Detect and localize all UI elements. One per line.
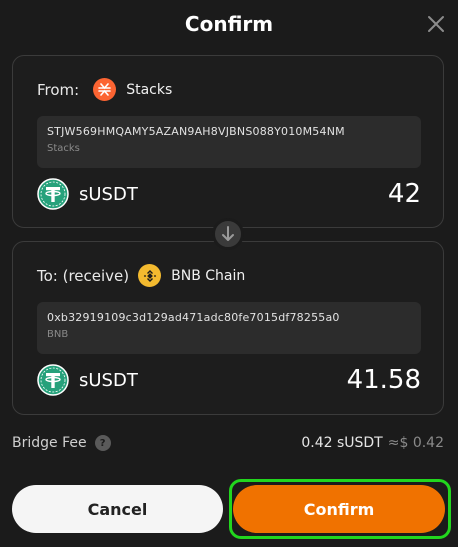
to-address: 0xb32919109c3d129ad471adc80fe7015df78255… [47, 311, 340, 324]
from-token-symbol: sUSDT [79, 183, 138, 205]
from-network: Stacks [47, 143, 80, 154]
bridge-fee-amount: 0.42 sUSDT [301, 435, 383, 451]
confirm-dialog: Confirm From: Stacks STJW569HMQAMY5AZAN9… [0, 0, 458, 547]
confirm-button[interactable]: Confirm [233, 485, 445, 533]
from-address: STJW569HMQAMY5AZAN9AH8VJBNS088Y010M54NM [47, 125, 345, 138]
from-token-row: sUSDT 42 [37, 177, 421, 211]
to-token-row: sUSDT 41.58 [37, 363, 421, 397]
to-network: BNB [47, 329, 69, 340]
bridge-fee-row: Bridge Fee ? 0.42 sUSDT ≈$ 0.42 [12, 432, 444, 454]
from-address-box: STJW569HMQAMY5AZAN9AH8VJBNS088Y010M54NM … [37, 116, 421, 168]
bridge-fee-label: Bridge Fee [12, 435, 87, 451]
to-label: To: (receive) [37, 266, 130, 285]
from-card: From: Stacks STJW569HMQAMY5AZAN9AH8VJBNS… [12, 55, 444, 228]
close-icon[interactable] [426, 14, 446, 34]
from-chain-name: Stacks [126, 81, 173, 98]
to-token-symbol: sUSDT [79, 369, 138, 391]
to-chain-name: BNB Chain [171, 267, 246, 284]
dialog-title: Confirm [184, 12, 274, 36]
to-card: To: (receive) BNB Chain 0xb32919109c3d12… [12, 241, 444, 415]
arrow-down-icon [212, 218, 244, 250]
bridge-fee-usd: ≈$ 0.42 [387, 435, 444, 451]
from-row: From: Stacks [37, 78, 172, 101]
stacks-icon [93, 78, 117, 101]
to-row: To: (receive) BNB Chain [37, 264, 245, 287]
question-icon[interactable]: ? [94, 435, 111, 451]
to-address-box: 0xb32919109c3d129ad471adc80fe7015df78255… [37, 302, 421, 354]
tether-icon [37, 364, 69, 396]
cancel-button[interactable]: Cancel [12, 485, 223, 533]
bnb-icon [138, 264, 162, 287]
from-label: From: [37, 80, 80, 99]
from-amount: 42 [387, 179, 421, 209]
bridge-fee-value: 0.42 sUSDT ≈$ 0.42 [301, 435, 444, 451]
dialog-header: Confirm [0, 0, 458, 52]
tether-icon [37, 178, 69, 210]
to-amount: 41.58 [346, 365, 421, 395]
